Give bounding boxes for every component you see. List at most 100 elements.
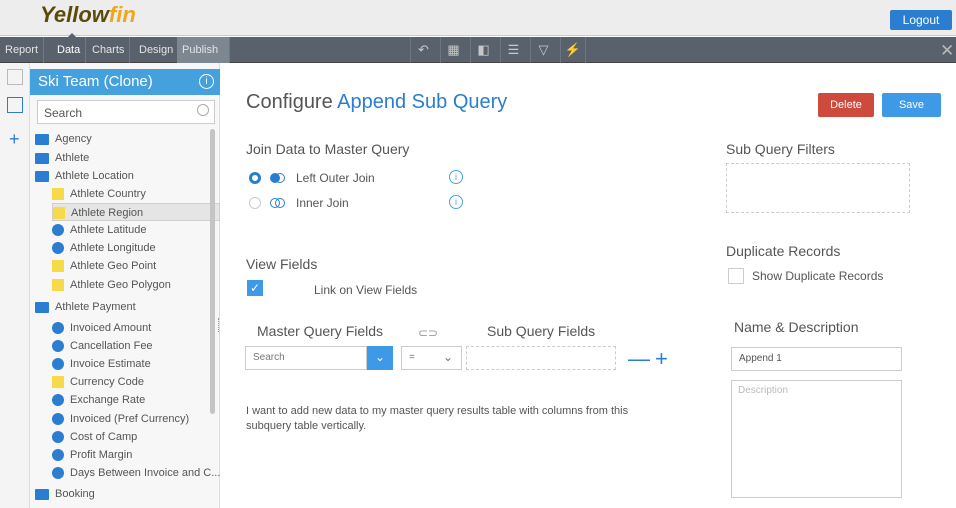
inner-join-radio[interactable]	[249, 197, 261, 209]
field-item[interactable]: Invoice Estimate	[52, 355, 151, 373]
field-item[interactable]: Cost of Camp	[52, 428, 137, 446]
description-textarea[interactable]: Description	[731, 380, 902, 498]
info-icon[interactable]: i	[199, 74, 214, 89]
add-icon[interactable]: +	[9, 129, 20, 150]
field-item[interactable]: Athlete Longitude	[52, 239, 156, 257]
show-duplicates-label[interactable]: Show Duplicate Records	[752, 269, 883, 283]
tab-report[interactable]: Report	[0, 37, 45, 63]
yellowfin-logo[interactable]: Yellowfin	[40, 2, 136, 28]
metric-icon	[52, 431, 64, 444]
metric-icon	[52, 413, 64, 426]
filters-drop-zone[interactable]	[726, 163, 910, 213]
left-outer-join-radio[interactable]	[249, 172, 261, 184]
column-icon[interactable]: ◧	[470, 37, 496, 63]
undo-icon[interactable]: ↶	[410, 37, 436, 63]
field-item[interactable]: Athlete Geo Polygon	[52, 276, 171, 294]
sub-fields-heading: Sub Query Fields	[487, 323, 596, 339]
grid-view-icon[interactable]	[7, 69, 23, 85]
folder-icon	[35, 152, 49, 164]
remove-row-icon[interactable]: —	[628, 346, 650, 372]
tree-item-label: Athlete Location	[55, 170, 134, 182]
field-item[interactable]: Invoiced Amount	[52, 319, 151, 337]
tab-data[interactable]: Data	[52, 37, 87, 63]
left-outer-join-label[interactable]: Left Outer Join	[296, 171, 375, 185]
sidebar-scrollbar[interactable]	[210, 129, 215, 414]
field-item[interactable]: Athlete Geo Point	[52, 257, 156, 275]
tab-design[interactable]: Design	[134, 37, 180, 63]
tree-item-label: Invoiced (Pref Currency)	[70, 413, 190, 425]
sub-field-select[interactable]	[466, 346, 616, 370]
folder-icon	[35, 488, 49, 500]
resize-handle[interactable]	[218, 318, 221, 332]
link-view-fields-label[interactable]: Link on View Fields	[314, 283, 417, 297]
chevron-down-icon[interactable]: ⌄	[367, 346, 393, 370]
page-title: Configure Append Sub Query	[246, 91, 507, 114]
tree-item-label: Athlete Geo Point	[70, 260, 157, 272]
inner-join-icon	[270, 198, 285, 208]
name-description-heading: Name & Description	[734, 319, 859, 335]
metric-icon	[52, 358, 64, 371]
filter-icon[interactable]: ▽	[530, 37, 556, 63]
operator-select[interactable]: = ⌄	[401, 346, 462, 370]
top-bar: Yellowfin Logout	[0, 0, 956, 36]
show-duplicates-checkbox[interactable]	[728, 268, 744, 284]
folder-item[interactable]: Athlete Location	[35, 167, 134, 185]
search-placeholder: Search	[44, 106, 83, 120]
dimension-icon	[52, 376, 64, 389]
info-icon[interactable]: i	[449, 195, 463, 209]
query-view-icon[interactable]	[7, 97, 23, 113]
logo-text-fin: fin	[108, 2, 136, 27]
field-item[interactable]: Invoiced (Pref Currency)	[52, 410, 189, 428]
info-icon[interactable]: i	[449, 170, 463, 184]
field-sidebar: Ski Team (Clone) i Search Agency Athlete A…	[30, 63, 220, 508]
folder-item[interactable]: Athlete Payment	[35, 298, 136, 316]
duplicate-heading: Duplicate Records	[726, 243, 841, 259]
name-input[interactable]: Append 1	[731, 347, 902, 371]
field-item[interactable]: Profit Margin	[52, 446, 132, 464]
left-join-icon	[270, 173, 285, 183]
tab-publish[interactable]: Publish	[177, 37, 230, 63]
logout-button[interactable]: Logout	[890, 10, 952, 30]
save-button[interactable]: Save	[882, 93, 941, 117]
dimension-icon	[52, 279, 64, 292]
view-fields-heading: View Fields	[246, 256, 318, 272]
add-row-icon[interactable]: +	[655, 346, 668, 372]
metric-icon	[52, 394, 64, 407]
field-item[interactable]: Athlete Latitude	[52, 221, 146, 239]
menu-bar: Report Data Charts Design Publish ↶ ▦ ◧ …	[0, 37, 956, 63]
tree-item-label: Days Between Invoice and C...	[70, 467, 221, 479]
field-item[interactable]: Currency Code	[52, 373, 144, 391]
lightning-icon[interactable]: ⚡	[560, 37, 586, 63]
operator-value: =	[409, 352, 415, 363]
inner-join-label[interactable]: Inner Join	[296, 196, 349, 210]
folder-item[interactable]: Athlete	[35, 149, 89, 167]
folder-icon	[35, 170, 49, 182]
tree-item-label: Cost of Camp	[70, 431, 138, 443]
delete-button[interactable]: Delete	[818, 93, 874, 117]
dimension-icon	[52, 188, 64, 201]
title-prefix: Configure	[246, 91, 338, 113]
tab-charts[interactable]: Charts	[87, 37, 131, 63]
link-view-fields-checkbox[interactable]: ✓	[247, 280, 263, 296]
table-icon[interactable]: ▦	[440, 37, 466, 63]
master-field-search[interactable]: Search	[245, 346, 367, 370]
metric-icon	[52, 242, 64, 255]
field-search-input[interactable]: Search	[37, 100, 215, 124]
field-item[interactable]: Exchange Rate	[52, 391, 145, 409]
metric-icon	[52, 322, 64, 335]
field-item[interactable]: Athlete Region	[52, 203, 220, 221]
list-icon[interactable]: ☰	[500, 37, 526, 63]
tree-item-label: Athlete Payment	[55, 301, 136, 313]
tree-item-label: Agency	[55, 133, 92, 145]
field-item[interactable]: Cancellation Fee	[52, 337, 153, 355]
field-item[interactable]: Athlete Country	[52, 185, 146, 203]
search-icon	[197, 104, 209, 116]
close-icon[interactable]: ✕	[940, 41, 954, 61]
folder-icon	[35, 301, 49, 313]
field-item[interactable]: Days Between Invoice and C...	[52, 464, 220, 482]
join-heading: Join Data to Master Query	[246, 141, 410, 157]
tree-item-label: Athlete Geo Polygon	[70, 279, 171, 291]
folder-item[interactable]: Booking	[35, 485, 95, 503]
folder-item[interactable]: Agency	[35, 130, 92, 148]
dimension-icon	[53, 207, 65, 220]
